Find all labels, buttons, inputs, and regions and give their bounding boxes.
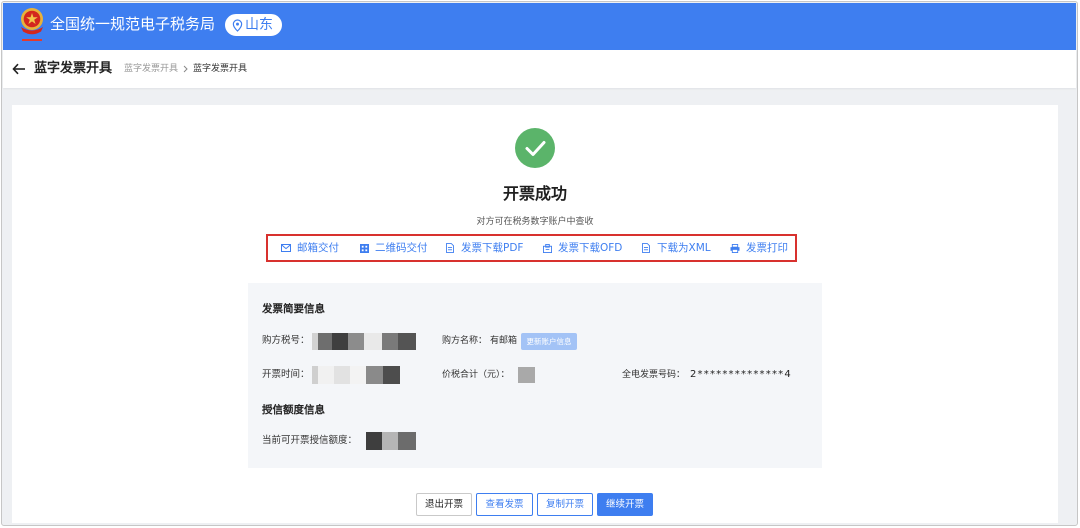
buyer-tax-id-label: 购方税号： [262,335,310,346]
highlight-box [266,234,797,262]
envelope-icon [281,241,291,255]
back-arrow-icon[interactable] [12,63,26,75]
action-label: 下载为XML [657,242,711,254]
email-delivery-link[interactable]: 邮箱交付 [281,241,339,255]
page-title: 蓝字发票开具 [34,61,113,76]
buyer-name-value: 有邮箱 [490,336,518,346]
site-title: 全国统一规范电子税务局 [50,15,216,33]
view-invoice-button[interactable]: 查看发票 [476,493,533,516]
download-xml-link[interactable]: 下载为XML [641,241,711,255]
buyer-name-label: 购方名称： [442,336,488,346]
available-credit-label: 当前可开票授信额度： [262,435,358,446]
invoice-number-value: 2**************4 [690,369,792,380]
redacted-mosaic [366,432,416,450]
action-label: 二维码交付 [375,242,428,254]
qrcode-delivery-link[interactable]: 二维码交付 [359,241,428,255]
print-invoice-link[interactable]: 发票打印 [730,241,788,255]
result-subtitle: 对方可在税务数字账户中查收 [476,217,594,227]
region-selector[interactable]: 山东 [225,14,282,36]
redacted-mosaic [312,366,400,384]
page-root: 全国统一规范电子税务局 山东 蓝字发票开具 蓝字发票开具 蓝字发票开具 开票成功… [0,0,1080,528]
download-ofd-link[interactable]: 发票下载OFD [542,241,622,255]
action-label: 发票下载PDF [461,242,524,254]
exit-invoicing-button[interactable]: 退出开票 [416,493,472,516]
download-pdf-link[interactable]: 发票下载PDF [445,241,523,255]
credit-heading: 授信额度信息 [262,404,325,416]
national-emblem-icon [21,8,43,41]
invoice-number-label: 全电发票号码： [622,370,686,380]
summary-heading: 发票简要信息 [262,303,325,315]
region-label: 山东 [245,17,273,33]
document-icon [445,241,455,255]
result-title: 开票成功 [502,184,567,203]
breadcrumb-item-current: 蓝字发票开具 [193,64,248,74]
action-label: 发票下载OFD [558,242,623,254]
file-download-icon [542,241,552,255]
redacted-mosaic [518,367,535,383]
action-label: 发票打印 [746,242,788,254]
document-icon [641,241,651,255]
copy-invoice-button[interactable]: 复制开票 [537,493,593,516]
chevron-right-icon [183,65,188,73]
qr-code-icon [359,241,369,255]
action-label: 邮箱交付 [297,242,339,254]
success-check-icon [515,128,555,168]
redacted-mosaic [312,333,416,350]
breadcrumb-item-parent[interactable]: 蓝字发票开具 [124,64,178,75]
update-account-button[interactable]: 更新账户信息 [521,333,577,350]
continue-invoicing-button[interactable]: 继续开票 [597,493,653,516]
total-amount-label: 价税合计（元）： [442,370,510,380]
printer-icon [730,241,740,255]
issue-time-label: 开票时间： [262,369,310,380]
location-pin-icon [232,19,243,32]
